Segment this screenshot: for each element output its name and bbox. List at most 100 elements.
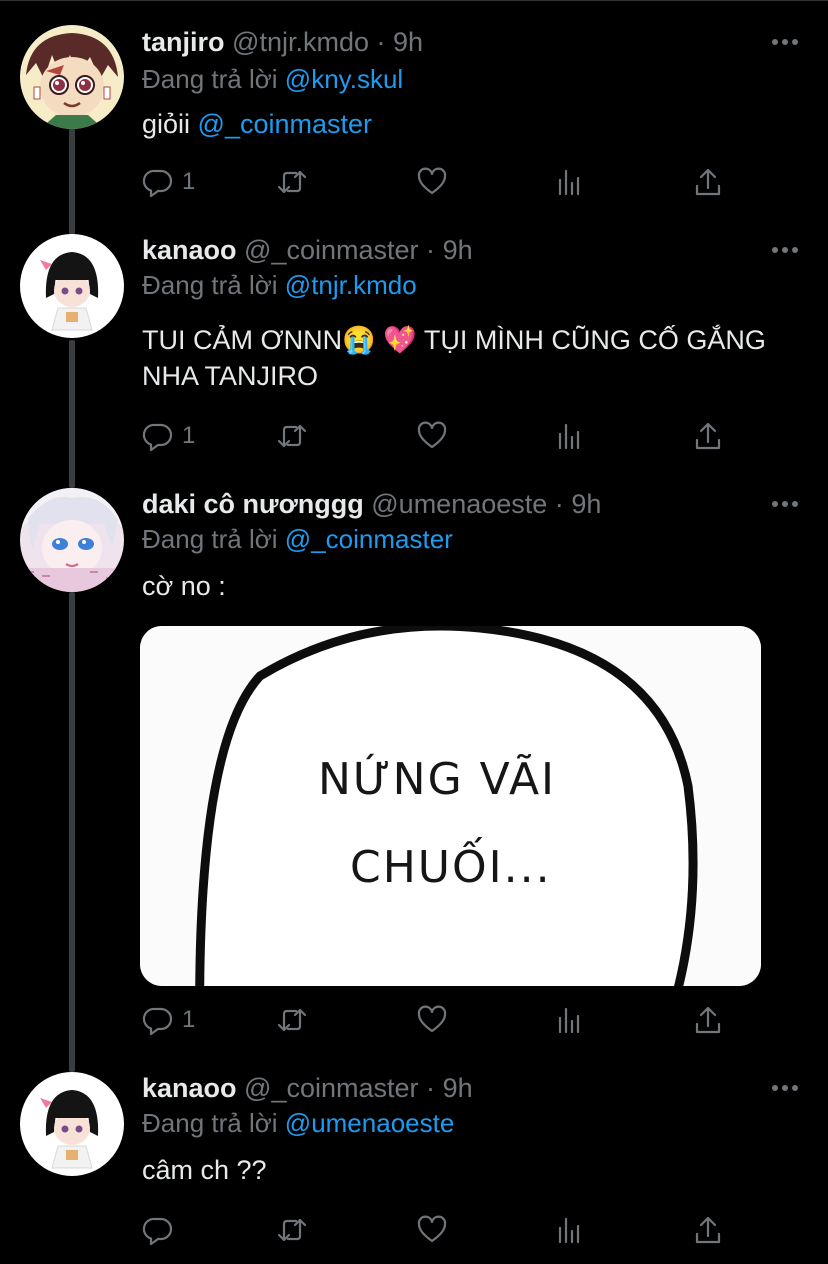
views-button[interactable] <box>554 1000 586 1040</box>
tweet[interactable]: kanaoo @_coinmaster · 9h Đang trả lời @u… <box>0 1068 828 1264</box>
views-button[interactable] <box>554 1210 586 1250</box>
retweet-button[interactable] <box>276 1210 308 1250</box>
reply-button[interactable]: 1 <box>142 1000 195 1040</box>
action-bar: 1 <box>142 162 742 202</box>
like-button[interactable] <box>416 416 448 456</box>
replying-to-label: Đang trả lời <box>142 270 278 300</box>
action-bar: 1 <box>142 416 742 456</box>
like-icon <box>417 167 447 195</box>
share-icon <box>695 1006 721 1034</box>
replying-to: Đang trả lời @umenaoeste <box>142 1104 454 1142</box>
daki-avatar <box>20 488 124 592</box>
tweet-text: câm ch ?? <box>142 1152 267 1188</box>
tweet-text: giỏii @_coinmaster <box>142 106 372 142</box>
retweet-icon <box>277 1218 307 1242</box>
retweet-button[interactable] <box>276 162 308 202</box>
speech-bubble-image: NỨNG VÃI CHUỐI... <box>140 626 761 986</box>
retweet-icon <box>277 170 307 194</box>
share-icon <box>695 1216 721 1244</box>
bubble-line-1: NỨNG VÃI <box>318 752 556 805</box>
share-button[interactable] <box>692 162 724 202</box>
timestamp[interactable]: 9h <box>571 489 601 519</box>
reply-button[interactable]: 1 <box>142 162 195 202</box>
reply-icon <box>142 423 173 452</box>
display-name[interactable]: tanjiro <box>142 27 225 57</box>
kanao-avatar <box>20 234 124 338</box>
retweet-icon <box>277 424 307 448</box>
views-button[interactable] <box>554 416 586 456</box>
share-button[interactable] <box>692 1210 724 1250</box>
avatar[interactable] <box>20 234 124 338</box>
retweet-button[interactable] <box>276 1000 308 1040</box>
share-icon <box>695 168 721 196</box>
username[interactable]: @tnjr.kmdo <box>232 27 369 57</box>
retweet-icon <box>277 1008 307 1032</box>
action-bar: 1 <box>142 1000 742 1040</box>
avatar[interactable] <box>20 1072 124 1176</box>
reply-button[interactable]: 1 <box>142 416 195 456</box>
tweet-media-image[interactable]: NỨNG VÃI CHUỐI... <box>140 626 761 986</box>
timestamp[interactable]: 9h <box>393 27 423 57</box>
tweet-text: cờ no : <box>142 568 226 604</box>
username[interactable]: @umenaoeste <box>371 489 547 519</box>
views-button[interactable] <box>554 162 586 202</box>
retweet-button[interactable] <box>276 416 308 456</box>
like-button[interactable] <box>416 1000 448 1040</box>
reply-icon <box>142 1007 173 1036</box>
username[interactable]: @_coinmaster <box>244 1073 418 1103</box>
tweet-text: TUI CẢM ƠNNN😭 💖 TỤI MÌNH CŨNG CỐ GẮNG NH… <box>142 322 792 394</box>
share-button[interactable] <box>692 1000 724 1040</box>
replying-to-link[interactable]: @_coinmaster <box>285 524 453 554</box>
replying-to-link[interactable]: @tnjr.kmdo <box>285 270 417 300</box>
replying-to: Đang trả lời @tnjr.kmdo <box>142 266 417 304</box>
like-button[interactable] <box>416 1210 448 1250</box>
tweet[interactable]: daki cô nươnggg @umenaoeste · 9h Đang tr… <box>0 484 828 1054</box>
replying-to: Đang trả lời @_coinmaster <box>142 520 453 558</box>
tweet-header: daki cô nươnggg @umenaoeste · 9h <box>142 484 601 524</box>
kanao-avatar <box>20 1072 124 1176</box>
more-icon[interactable] <box>772 490 798 518</box>
avatar[interactable] <box>20 488 124 592</box>
like-icon <box>417 1215 447 1243</box>
more-icon[interactable] <box>772 1074 798 1102</box>
tweet-header: kanaoo @_coinmaster · 9h <box>142 230 473 270</box>
timestamp[interactable]: 9h <box>443 1073 473 1103</box>
views-icon <box>558 1217 580 1244</box>
replying-to-label: Đang trả lời <box>142 1108 278 1138</box>
share-button[interactable] <box>692 416 724 456</box>
reply-button[interactable] <box>142 1210 182 1250</box>
like-button[interactable] <box>416 162 448 202</box>
separator-dot: · <box>426 235 436 265</box>
tanjiro-avatar <box>20 25 124 129</box>
separator-dot: · <box>426 1073 436 1103</box>
views-icon <box>558 423 580 450</box>
replying-to-label: Đang trả lời <box>142 64 278 94</box>
action-bar <box>142 1210 742 1250</box>
tweet[interactable]: tanjiro @tnjr.kmdo · 9h Đang trả lời @kn… <box>0 22 828 226</box>
share-icon <box>695 422 721 450</box>
reply-icon <box>142 169 173 198</box>
like-icon <box>417 421 447 449</box>
more-icon[interactable] <box>772 236 798 264</box>
username[interactable]: @_coinmaster <box>244 235 418 265</box>
tweet-header: kanaoo @_coinmaster · 9h <box>142 1068 473 1108</box>
display-name[interactable]: kanaoo <box>142 235 237 265</box>
bubble-line-2: CHUỐI... <box>350 836 552 893</box>
more-icon[interactable] <box>772 28 798 56</box>
tweet[interactable]: kanaoo @_coinmaster · 9h Đang trả lời @t… <box>0 230 828 476</box>
timestamp[interactable]: 9h <box>443 235 473 265</box>
replying-to: Đang trả lời @kny.skul <box>142 60 403 98</box>
replying-to-link[interactable]: @umenaoeste <box>285 1108 455 1138</box>
separator-dot: · <box>376 27 386 57</box>
reply-count: 1 <box>182 168 196 195</box>
tweet-text-plain: câm ch ?? <box>142 1155 267 1185</box>
mention-link[interactable]: @_coinmaster <box>198 109 372 139</box>
avatar[interactable] <box>20 25 124 129</box>
tweet-text-plain: TUI CẢM ƠNNN😭 💖 TỤI MÌNH CŨNG CỐ GẮNG NH… <box>142 325 766 391</box>
reply-icon <box>142 1217 173 1246</box>
separator-dot: · <box>554 489 564 519</box>
views-icon <box>558 169 580 196</box>
replying-to-link[interactable]: @kny.skul <box>285 64 403 94</box>
display-name[interactable]: daki cô nươnggg <box>142 489 364 519</box>
display-name[interactable]: kanaoo <box>142 1073 237 1103</box>
